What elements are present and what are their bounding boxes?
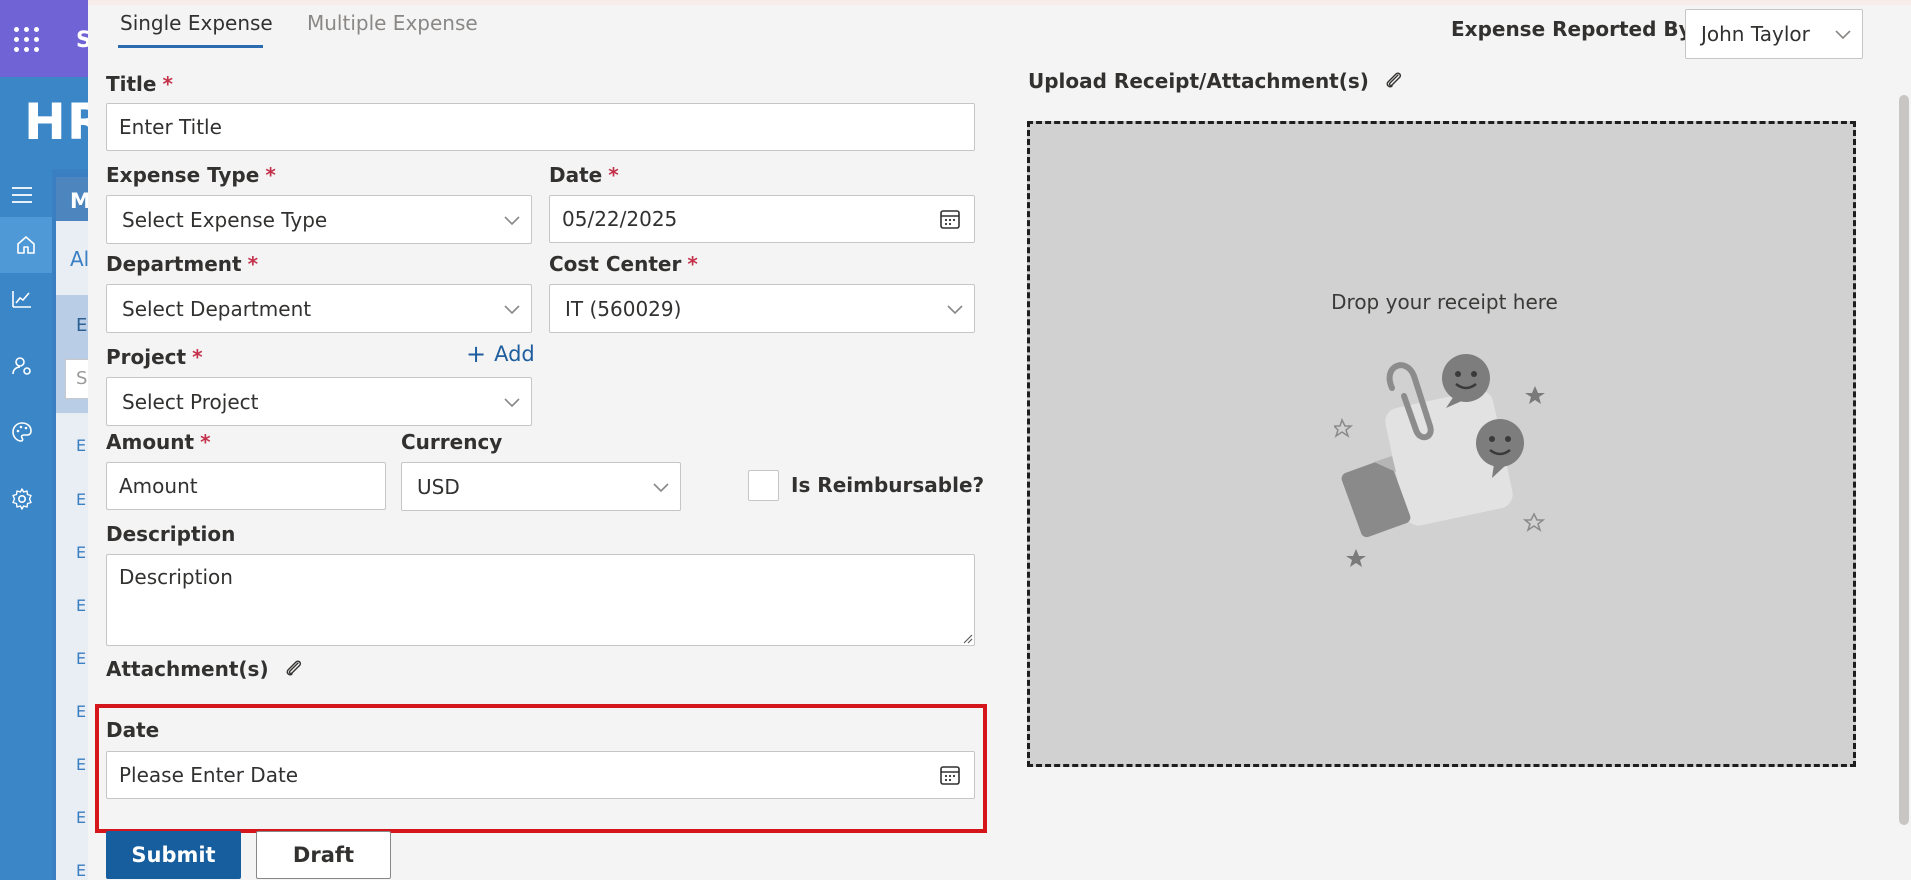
background-row: E (76, 702, 87, 721)
left-rail (0, 169, 52, 880)
cost-center-label-text: Cost Center (549, 252, 682, 276)
description-label-text: Description (106, 522, 236, 546)
date-label: Date * (549, 163, 619, 187)
project-placeholder: Select Project (122, 389, 259, 414)
required-marker: * (265, 163, 276, 187)
title-input[interactable]: Enter Title (106, 103, 975, 151)
date-label-text: Date (549, 163, 603, 187)
chevron-down-icon (504, 215, 520, 225)
palette-icon[interactable] (10, 420, 34, 444)
expense-type-placeholder: Select Expense Type (122, 207, 328, 232)
project-dropdown[interactable]: Select Project (106, 377, 532, 426)
cost-center-label: Cost Center * (549, 252, 698, 276)
department-placeholder: Select Department (122, 296, 312, 321)
currency-value: USD (417, 474, 460, 499)
amount-label: Amount * (106, 430, 211, 454)
drop-zone-text: Drop your receipt here (1331, 290, 1558, 314)
chevron-down-icon (504, 304, 520, 314)
amount-input[interactable]: Amount (106, 462, 386, 510)
upload-label: Upload Receipt/Attachment(s) (1028, 69, 1405, 93)
currency-label: Currency (401, 430, 502, 454)
active-tab-indicator (118, 45, 263, 48)
background-tab: Al (70, 247, 90, 271)
currency-label-text: Currency (401, 430, 503, 454)
project-label: Project * (106, 345, 203, 369)
required-marker: * (608, 163, 619, 187)
hamburger-icon[interactable] (10, 183, 34, 207)
reimbursable-checkbox[interactable] (748, 470, 779, 501)
paperclip-icon[interactable] (1383, 70, 1405, 92)
cost-center-dropdown[interactable]: IT (560029) (549, 284, 975, 333)
receipt-drop-zone[interactable]: Drop your receipt here (1027, 121, 1856, 767)
extra-date-label-text: Date (106, 718, 160, 742)
title-label-text: Title (106, 72, 157, 96)
submit-button[interactable]: Submit (106, 831, 241, 879)
extra-date-label: Date (106, 718, 159, 742)
required-marker: * (687, 252, 698, 276)
required-marker: * (200, 430, 211, 454)
date-value: 05/22/2025 (562, 207, 678, 231)
required-marker: * (162, 72, 173, 96)
expense-form-modal: Single Expense Multiple Expense Expense … (88, 0, 1911, 880)
background-row: E (76, 808, 87, 827)
required-marker: * (247, 252, 259, 276)
required-marker: * (192, 345, 203, 369)
currency-dropdown[interactable]: USD (401, 462, 681, 511)
reported-by-dropdown[interactable]: John Taylor (1685, 9, 1863, 59)
date-picker-field[interactable]: 05/22/2025 (549, 195, 975, 243)
chevron-down-icon (1835, 30, 1851, 40)
home-icon[interactable] (0, 217, 52, 273)
expense-type-dropdown[interactable]: Select Expense Type (106, 195, 532, 244)
amount-label-text: Amount (106, 430, 195, 454)
chevron-down-icon (504, 397, 520, 407)
title-placeholder: Enter Title (119, 115, 222, 139)
background-row: E (76, 861, 87, 880)
background-row: E (76, 596, 87, 615)
extra-date-placeholder: Please Enter Date (119, 763, 299, 787)
project-label-text: Project (106, 345, 187, 369)
gear-icon[interactable] (10, 487, 34, 511)
background-row: E (76, 490, 87, 509)
department-dropdown[interactable]: Select Department (106, 284, 532, 333)
plus-icon: + (466, 340, 487, 368)
extra-date-picker-field[interactable]: Please Enter Date (106, 751, 975, 799)
scrollbar[interactable] (1899, 95, 1909, 825)
draft-button[interactable]: Draft (256, 831, 391, 879)
background-row: E (76, 755, 87, 774)
receipt-illustration-icon (1334, 354, 1546, 567)
resize-handle-icon[interactable] (961, 632, 973, 644)
description-textarea[interactable]: Description (106, 554, 975, 646)
tab-multiple-expense[interactable]: Multiple Expense (307, 11, 478, 51)
expense-type-label: Expense Type * (106, 163, 276, 187)
title-label: Title * (106, 72, 173, 96)
reported-by-label-text: Expense Reported By (1451, 17, 1692, 41)
reported-by-value: John Taylor (1701, 22, 1810, 46)
chevron-down-icon (947, 304, 963, 314)
reported-by-label: Expense Reported By* (1451, 17, 1708, 41)
background-row: E (76, 649, 87, 668)
cost-center-value: IT (560029) (565, 296, 682, 321)
expense-type-label-text: Expense Type (106, 163, 260, 187)
add-project-label: Add (494, 342, 535, 366)
amount-placeholder: Amount (119, 474, 198, 498)
calendar-icon[interactable] (938, 207, 962, 231)
background-row: E (76, 543, 87, 562)
description-placeholder: Description (119, 565, 233, 589)
calendar-icon[interactable] (938, 763, 962, 787)
upload-label-text: Upload Receipt/Attachment(s) (1028, 69, 1369, 93)
description-label: Description (106, 522, 235, 546)
department-label-text: Department (106, 252, 242, 276)
chevron-down-icon (653, 482, 669, 492)
reimbursable-label: Is Reimbursable? (791, 473, 985, 497)
department-label: Department * (106, 252, 258, 276)
paperclip-icon[interactable] (283, 658, 305, 680)
waffle-icon[interactable] (14, 27, 40, 53)
user-settings-icon[interactable] (10, 354, 34, 378)
background-row: E (76, 436, 87, 455)
attachments-label: Attachment(s) (106, 657, 305, 681)
add-project-link[interactable]: + Add (466, 342, 535, 366)
attachments-label-text: Attachment(s) (106, 657, 269, 681)
chart-icon[interactable] (10, 287, 34, 311)
background-band-label: E (76, 315, 88, 336)
